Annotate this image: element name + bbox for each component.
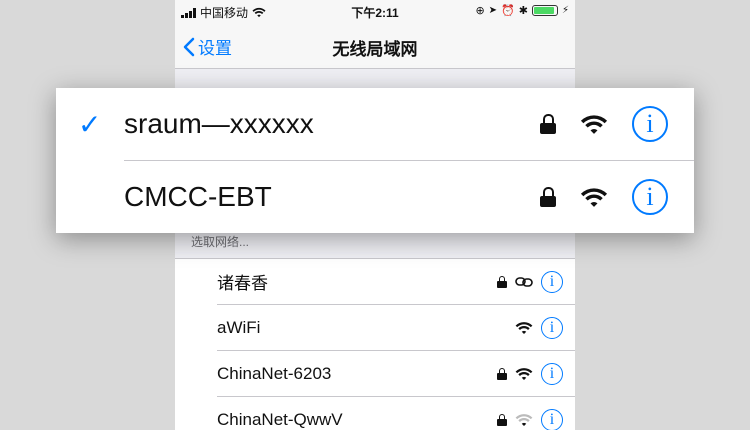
network-name: sraum—xxxxxx (124, 108, 314, 139)
charging-icon: ⚡ (561, 5, 569, 16)
lock-icon (540, 187, 556, 207)
wifi-icon (580, 187, 608, 207)
status-bar: 中国移动 下午2:11 ⊕ ➤ ⏰ ✱ ⚡ (175, 0, 575, 22)
info-button[interactable]: i (541, 408, 563, 430)
orientation-lock-icon: ⊕ (475, 5, 485, 17)
lock-icon (497, 413, 507, 426)
wifi-weak-icon (515, 413, 533, 426)
battery-icon (531, 5, 558, 16)
info-button[interactable]: i (541, 270, 563, 293)
network-row[interactable]: 诸春香 i (217, 259, 575, 305)
info-button[interactable]: i (541, 362, 563, 385)
battery-fill (533, 7, 554, 14)
navigation-bar: 设置 无线局域网 (175, 22, 575, 69)
wifi-icon (515, 321, 533, 334)
info-button[interactable]: i (632, 179, 668, 215)
network-name: CMCC-EBT (124, 181, 272, 212)
network-name: 诸春香 (217, 274, 268, 293)
checkmark-icon: ✓ (78, 109, 102, 140)
network-row[interactable]: ChinaNet-6203 i (217, 351, 575, 397)
alarm-icon: ⏰ (501, 5, 515, 17)
lock-icon (540, 114, 556, 134)
info-button[interactable]: i (632, 106, 668, 142)
highlighted-networks-card: ✓ sraum—xxxxxx i CMCC-EBT i (56, 88, 694, 233)
current-network-row[interactable]: ✓ sraum—xxxxxx i (56, 88, 694, 160)
info-button[interactable]: i (541, 316, 563, 339)
wifi-icon (580, 114, 608, 134)
network-name: ChinaNet-QwwV (217, 409, 343, 429)
personal-hotspot-icon (515, 276, 533, 287)
bluetooth-icon: ✱ (518, 5, 528, 17)
status-right: ⊕ ➤ ⏰ ✱ ⚡ (475, 4, 569, 17)
network-row[interactable]: CMCC-EBT i (56, 161, 694, 233)
network-row[interactable]: ChinaNet-QwwV i (217, 397, 575, 430)
page-title: 无线局域网 (332, 40, 418, 59)
network-list: 诸春香 i aWiFi i ChinaNet-6203 i ChinaNet-Q… (175, 258, 575, 430)
location-icon: ➤ (488, 5, 498, 16)
lock-icon (497, 367, 507, 380)
network-name: ChinaNet-6203 (217, 363, 332, 383)
network-row[interactable]: aWiFi i (217, 305, 575, 351)
network-name: aWiFi (217, 317, 261, 337)
wifi-icon (515, 367, 533, 380)
choose-network-header: 选取网络... (191, 235, 250, 249)
lock-icon (497, 275, 507, 288)
